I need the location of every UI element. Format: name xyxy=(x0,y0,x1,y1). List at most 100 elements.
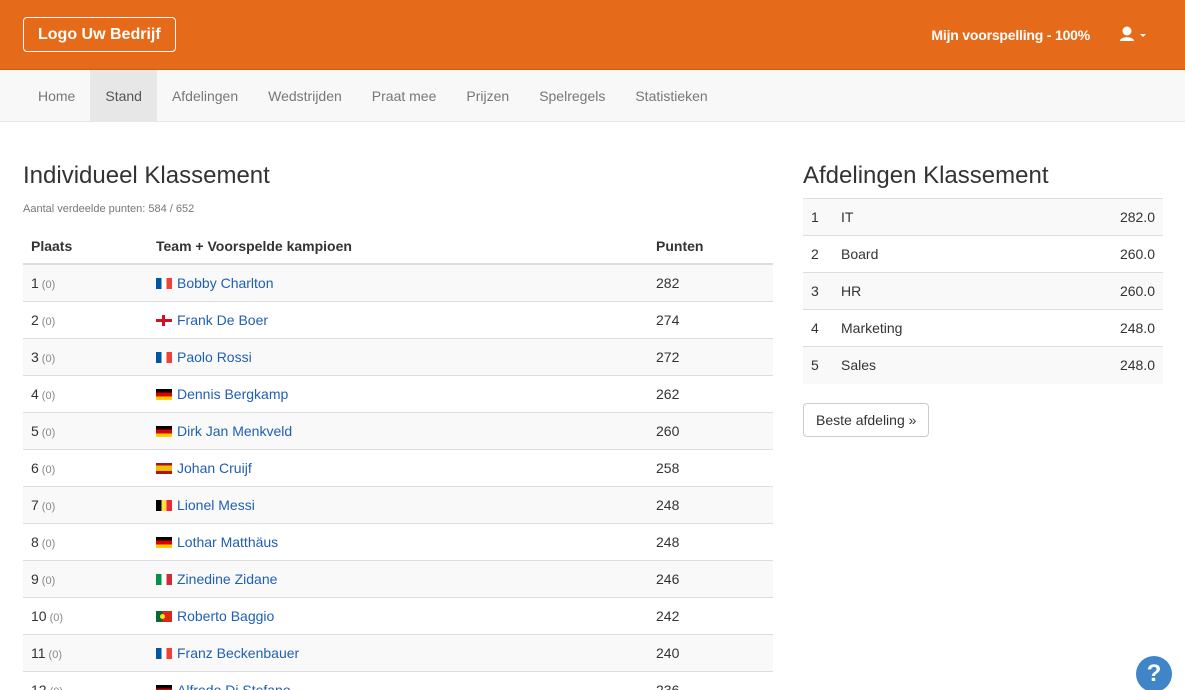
points-cell: 274 xyxy=(648,300,773,338)
place-number: 9 xyxy=(31,570,39,587)
place-cell: 10 (0) xyxy=(23,596,148,634)
team-cell: Bobby Charlton xyxy=(148,263,648,301)
best-department-button[interactable]: Beste afdeling » xyxy=(803,403,930,437)
place-cell: 6 (0) xyxy=(23,448,148,486)
table-row: 6 (0) Johan Cruijf 258 xyxy=(23,448,773,486)
points-cell: 262 xyxy=(648,374,773,412)
individual-ranking-table: Plaats Team + Voorspelde kampioen Punten… xyxy=(23,228,773,690)
help-button[interactable]: ? xyxy=(1136,656,1172,690)
player-name-link[interactable]: Johan Cruijf xyxy=(177,460,252,476)
col-place-header: Plaats xyxy=(23,228,148,265)
table-row: 1 (0) Bobby Charlton 282 xyxy=(23,263,773,301)
dept-name: Marketing xyxy=(833,309,1024,347)
place-cell: 4 (0) xyxy=(23,374,148,412)
dept-rank: 3 xyxy=(803,272,833,310)
player-name-link[interactable]: Lionel Messi xyxy=(177,497,255,513)
logo-button[interactable]: Logo Uw Bedrijf xyxy=(23,17,176,52)
table-row: 8 (0) Lothar Matthäus 248 xyxy=(23,522,773,560)
place-cell: 1 (0) xyxy=(23,263,148,301)
dept-score: 248.0 xyxy=(1023,346,1163,384)
top-header: Logo Uw Bedrijf Mijn voorspelling - 100% xyxy=(0,0,1185,70)
place-cell: 8 (0) xyxy=(23,522,148,560)
player-name-link[interactable]: Dennis Bergkamp xyxy=(177,386,288,402)
dept-name: IT xyxy=(833,198,1024,236)
previous-place: (0) xyxy=(41,574,56,587)
previous-place: (0) xyxy=(41,315,56,328)
player-name-link[interactable]: Roberto Baggio xyxy=(177,608,274,624)
flag-de-icon xyxy=(156,388,172,400)
dept-score: 248.0 xyxy=(1023,309,1163,347)
place-number: 8 xyxy=(31,533,39,550)
table-row: 1 IT 282.0 xyxy=(803,198,1163,236)
place-number: 3 xyxy=(31,348,39,365)
col-points-header: Punten xyxy=(648,228,773,265)
points-cell: 236 xyxy=(648,670,773,690)
table-row: 3 (0) Paolo Rossi 272 xyxy=(23,337,773,375)
user-icon xyxy=(1120,26,1146,41)
place-cell: 7 (0) xyxy=(23,485,148,523)
table-row: 3 HR 260.0 xyxy=(803,272,1163,310)
dept-score: 260.0 xyxy=(1023,272,1163,310)
team-cell: Zinedine Zidane xyxy=(148,559,648,597)
nav-item-statistieken[interactable]: Statistieken xyxy=(620,70,722,121)
user-menu-dropdown[interactable] xyxy=(1119,25,1147,45)
dept-score: 282.0 xyxy=(1023,198,1163,236)
flag-de-icon xyxy=(156,536,172,548)
dept-name: Sales xyxy=(833,346,1024,384)
place-number: 7 xyxy=(31,496,39,513)
table-row: 10 (0) Roberto Baggio 242 xyxy=(23,596,773,634)
place-number: 5 xyxy=(31,422,39,439)
points-cell: 246 xyxy=(648,559,773,597)
place-cell: 2 (0) xyxy=(23,300,148,338)
col-team-header: Team + Voorspelde kampioen xyxy=(148,228,648,265)
player-name-link[interactable]: Zinedine Zidane xyxy=(177,571,277,587)
player-name-link[interactable]: Frank De Boer xyxy=(177,312,268,328)
team-cell: Paolo Rossi xyxy=(148,337,648,375)
dept-rank: 1 xyxy=(803,198,833,236)
player-name-link[interactable]: Paolo Rossi xyxy=(177,349,252,365)
department-ranking-table: 1 IT 282.0 2 Board 260.0 3 HR 260.0 4 Marketing 248… xyxy=(803,198,1163,384)
previous-place: (0) xyxy=(41,463,56,476)
flag-en-icon xyxy=(156,314,172,326)
department-ranking-title: Afdelingen Klassement xyxy=(803,162,1049,189)
team-cell: Frank De Boer xyxy=(148,300,648,338)
nav-item-stand[interactable]: Stand xyxy=(90,70,157,121)
table-row: 7 (0) Lionel Messi 248 xyxy=(23,485,773,523)
team-cell: Lothar Matthäus xyxy=(148,522,648,560)
my-prediction-link[interactable]: Mijn voorspelling - 100% xyxy=(931,27,1090,43)
place-number: 11 xyxy=(31,644,46,661)
previous-place: (0) xyxy=(49,611,64,624)
flag-de-icon xyxy=(156,684,172,690)
dept-rank: 2 xyxy=(803,235,833,273)
place-number: 4 xyxy=(31,385,39,402)
team-cell: Roberto Baggio xyxy=(148,596,648,634)
points-distributed-info: Aantal verdeelde punten: 584 / 652 xyxy=(23,203,195,215)
table-row: 5 (0) Dirk Jan Menkveld 260 xyxy=(23,411,773,449)
player-name-link[interactable]: Bobby Charlton xyxy=(177,275,274,291)
place-number: 10 xyxy=(31,607,47,624)
player-name-link[interactable]: Franz Beckenbauer xyxy=(177,645,299,661)
dept-score: 260.0 xyxy=(1023,235,1163,273)
nav-item-afdelingen[interactable]: Afdelingen xyxy=(157,70,253,121)
team-cell: Alfredo Di Stefano xyxy=(148,670,648,690)
player-name-link[interactable]: Lothar Matthäus xyxy=(177,534,278,550)
nav-item-spelregels[interactable]: Spelregels xyxy=(524,70,620,121)
points-cell: 260 xyxy=(648,411,773,449)
points-cell: 248 xyxy=(648,485,773,523)
previous-place: (0) xyxy=(41,278,56,291)
previous-place: (0) xyxy=(41,352,56,365)
player-name-link[interactable]: Alfredo Di Stefano xyxy=(177,682,291,690)
previous-place: (0) xyxy=(50,686,63,690)
nav-item-prijzen[interactable]: Prijzen xyxy=(451,70,524,121)
player-name-link[interactable]: Dirk Jan Menkveld xyxy=(177,423,292,439)
main-navigation: Home Stand Afdelingen Wedstrijden Praat mee P… xyxy=(0,70,1185,122)
team-cell: Dirk Jan Menkveld xyxy=(148,411,648,449)
nav-item-praat-mee[interactable]: Praat mee xyxy=(357,70,452,121)
table-row: 5 Sales 248.0 xyxy=(803,346,1163,384)
nav-item-home[interactable]: Home xyxy=(23,70,90,121)
nav-item-wedstrijden[interactable]: Wedstrijden xyxy=(253,70,357,121)
points-cell: 248 xyxy=(648,522,773,560)
place-number: 6 xyxy=(31,459,39,476)
team-cell: Dennis Bergkamp xyxy=(148,374,648,412)
points-cell: 272 xyxy=(648,337,773,375)
